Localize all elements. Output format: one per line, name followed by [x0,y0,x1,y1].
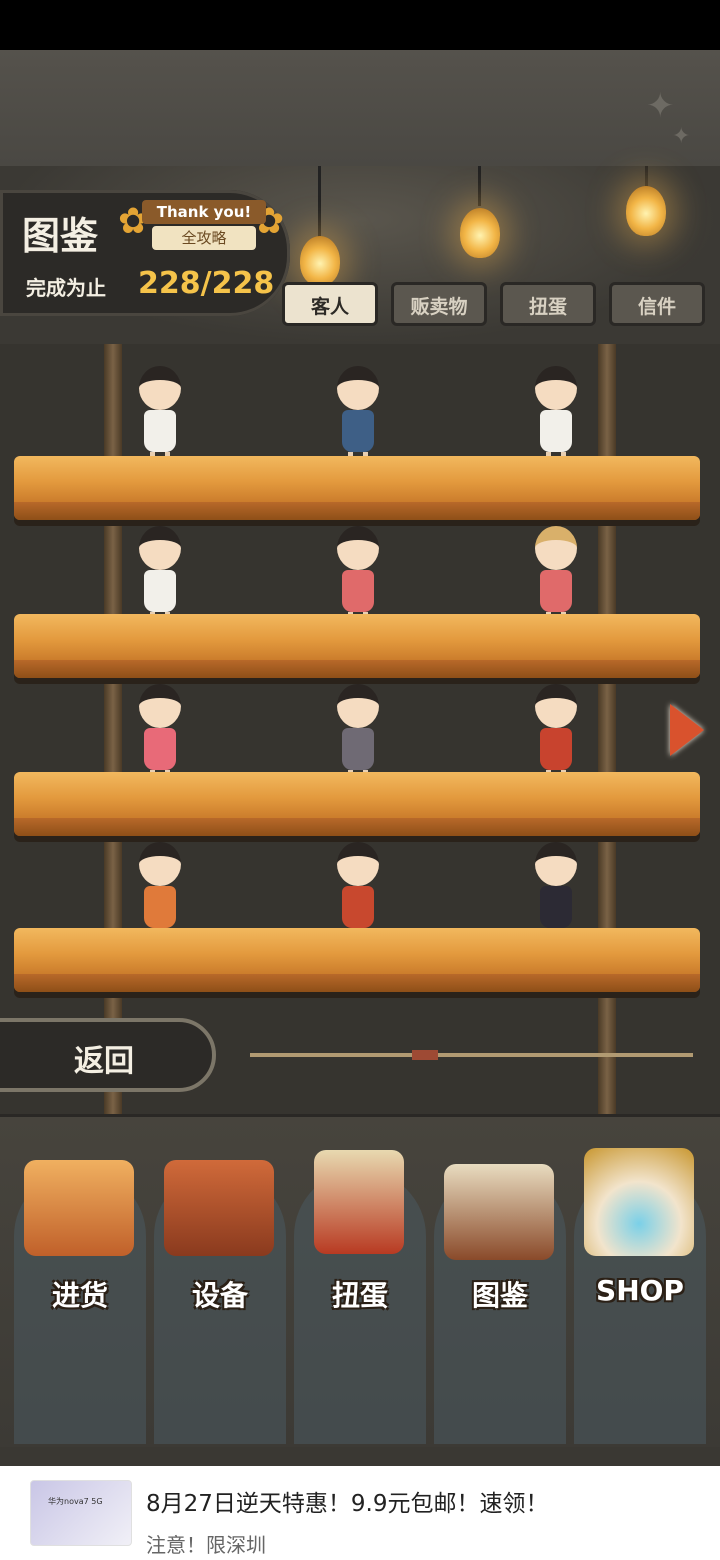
shelf-plank [14,928,700,992]
tab-merchandise[interactable]: 贩卖物 [391,282,487,326]
nav-restock[interactable]: 进货 [14,1274,146,1314]
award-complete: 全攻略 [152,226,256,250]
top-band: ✦ ✦ [0,50,720,166]
light-bulb-icon [300,236,340,286]
progress-value: 228/228 [138,266,275,301]
nav-encyclopedia[interactable]: 图鉴 [434,1274,566,1314]
page-title: 图鉴 [22,214,99,258]
ad-subtitle: 注意！限深圳 [146,1533,266,1557]
progress-label: 完成为止 [26,276,106,300]
sparkle-icon: ✦ [672,124,691,149]
sparkle-icon: ✦ [646,86,675,126]
ad-thumbnail[interactable] [30,1480,132,1546]
light-bulb-icon [626,186,666,236]
next-page-arrow-icon[interactable] [670,704,704,756]
tab-gacha[interactable]: 扭蛋 [500,282,596,326]
page-scrollbar-thumb[interactable] [412,1050,438,1060]
page-scrollbar[interactable] [250,1053,693,1057]
shelf-plank [14,456,700,520]
toolbox-icon[interactable] [164,1160,274,1256]
back-button-label: 返回 [74,1044,134,1079]
tab-customers[interactable]: 客人 [282,282,378,326]
completion-award-badge: ✿ ✿ Thank you! 全攻略 [118,196,288,256]
lucky-cat-icon[interactable] [584,1148,694,1256]
ad-thumbnail-text: 华为nova7 5G [48,1497,103,1506]
book-icon[interactable] [444,1164,554,1260]
light-bulb-icon [460,208,500,258]
nav-equipment[interactable]: 设备 [154,1274,286,1314]
crate-icon[interactable] [24,1160,134,1256]
nav-shop[interactable]: SHOP [574,1274,706,1307]
award-thank-you: Thank you! [142,200,266,224]
ad-title[interactable]: 8月27日逆天特惠！9.9元包邮！速领！ [146,1484,548,1518]
gacha-machine-icon[interactable] [314,1150,404,1254]
status-bar [0,0,720,50]
shelf-plank [14,772,700,836]
shelf-plank [14,614,700,678]
nav-gacha[interactable]: 扭蛋 [294,1274,426,1314]
tab-letters[interactable]: 信件 [609,282,705,326]
